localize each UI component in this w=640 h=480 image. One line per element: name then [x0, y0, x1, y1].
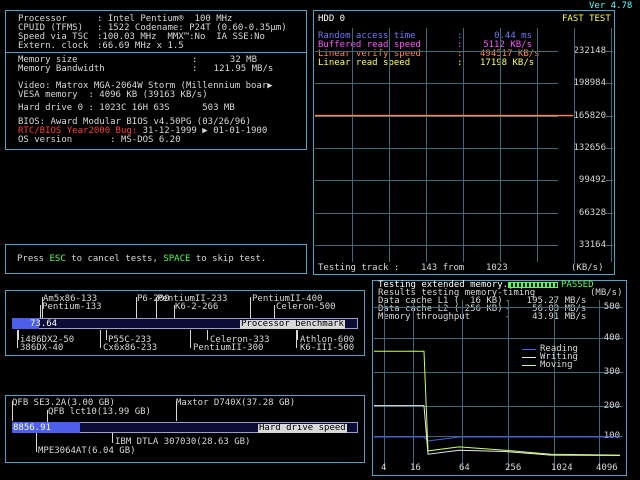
memory-chart [374, 350, 621, 456]
mem-series-reading [374, 436, 620, 442]
mem-series-moving [374, 350, 621, 456]
mem-series-writing [374, 405, 621, 456]
